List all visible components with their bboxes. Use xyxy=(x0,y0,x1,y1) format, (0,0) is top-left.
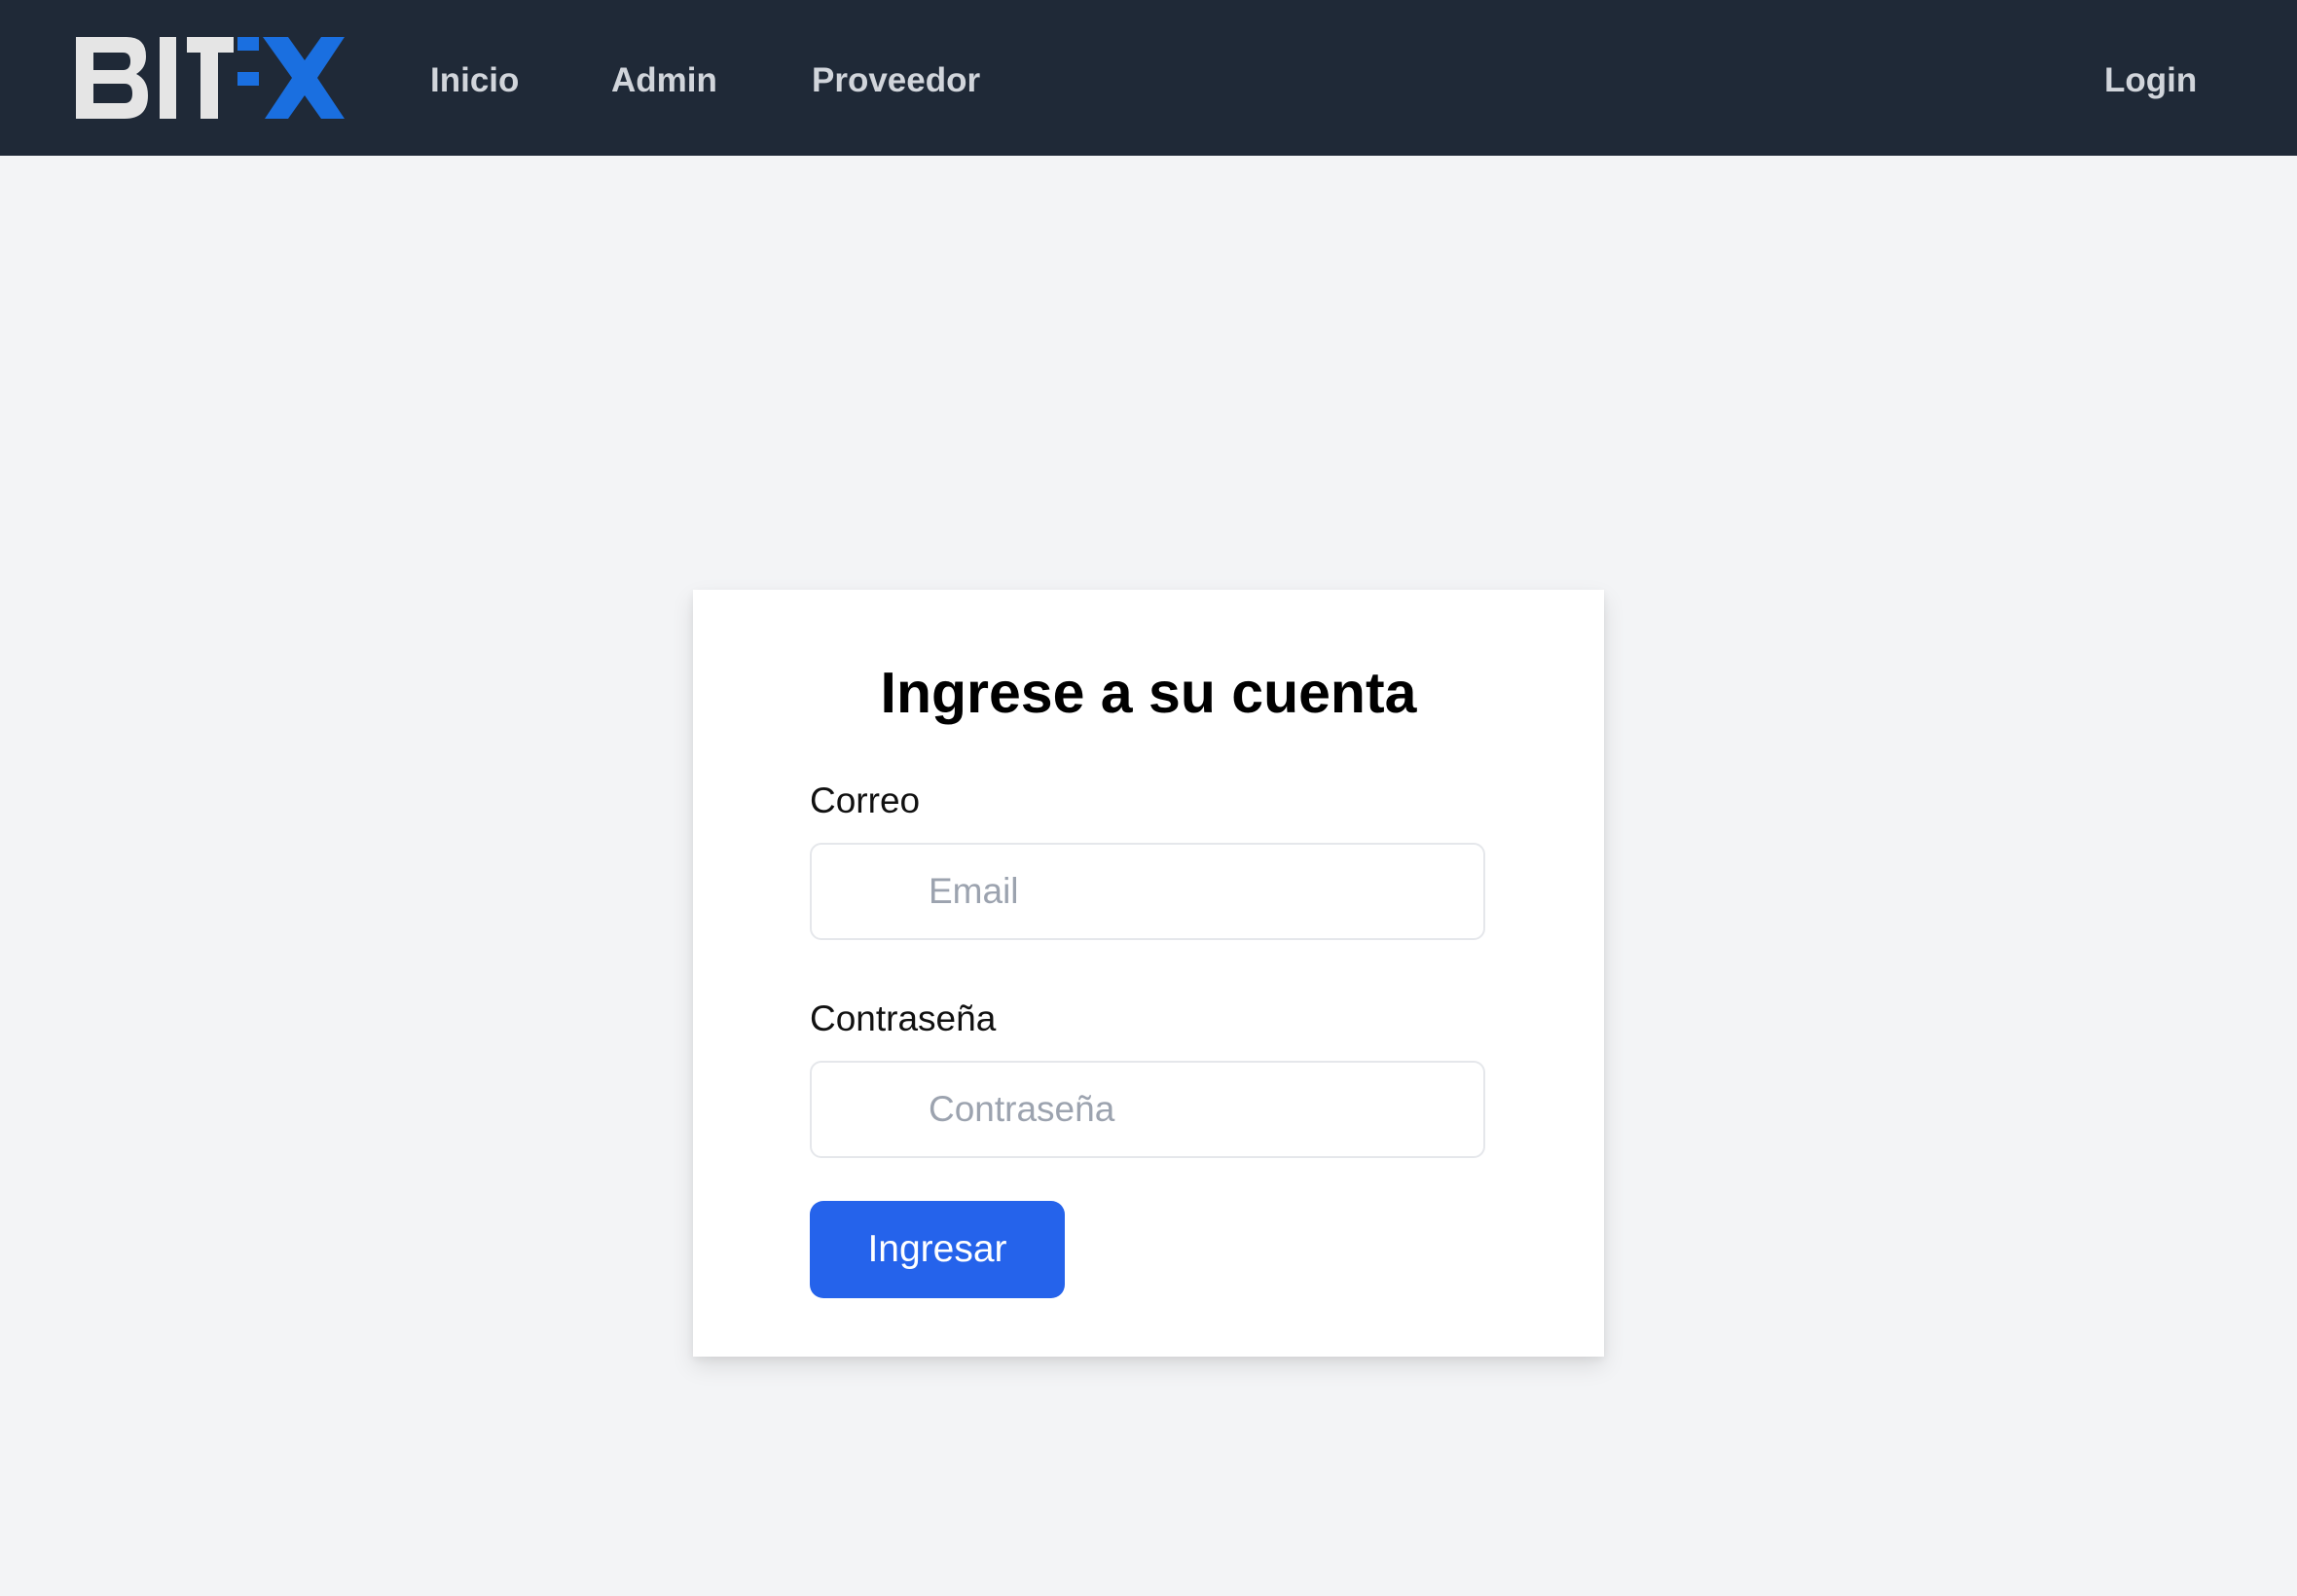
brand-logo[interactable] xyxy=(76,37,345,119)
password-label: Contraseña xyxy=(810,998,997,1038)
email-input[interactable] xyxy=(812,845,1483,938)
email-field-container xyxy=(810,843,1485,940)
login-title: Ingrese a su cuenta xyxy=(880,661,1417,725)
password-input[interactable] xyxy=(812,1063,1483,1156)
nav-link-inicio[interactable]: Inicio xyxy=(430,56,519,105)
nav-link-admin[interactable]: Admin xyxy=(611,56,717,105)
password-field-container xyxy=(810,1061,1485,1158)
bitfx-logo-icon xyxy=(76,37,345,119)
login-card: Ingrese a su cuenta Correo Contraseña In… xyxy=(693,590,1604,1357)
nav-link-login[interactable]: Login xyxy=(2104,56,2197,105)
top-navbar: Inicio Admin Proveedor Login xyxy=(0,0,2297,156)
email-label: Correo xyxy=(810,780,921,820)
login-submit-button[interactable]: Ingresar xyxy=(810,1201,1065,1298)
nav-link-proveedor[interactable]: Proveedor xyxy=(812,56,980,105)
